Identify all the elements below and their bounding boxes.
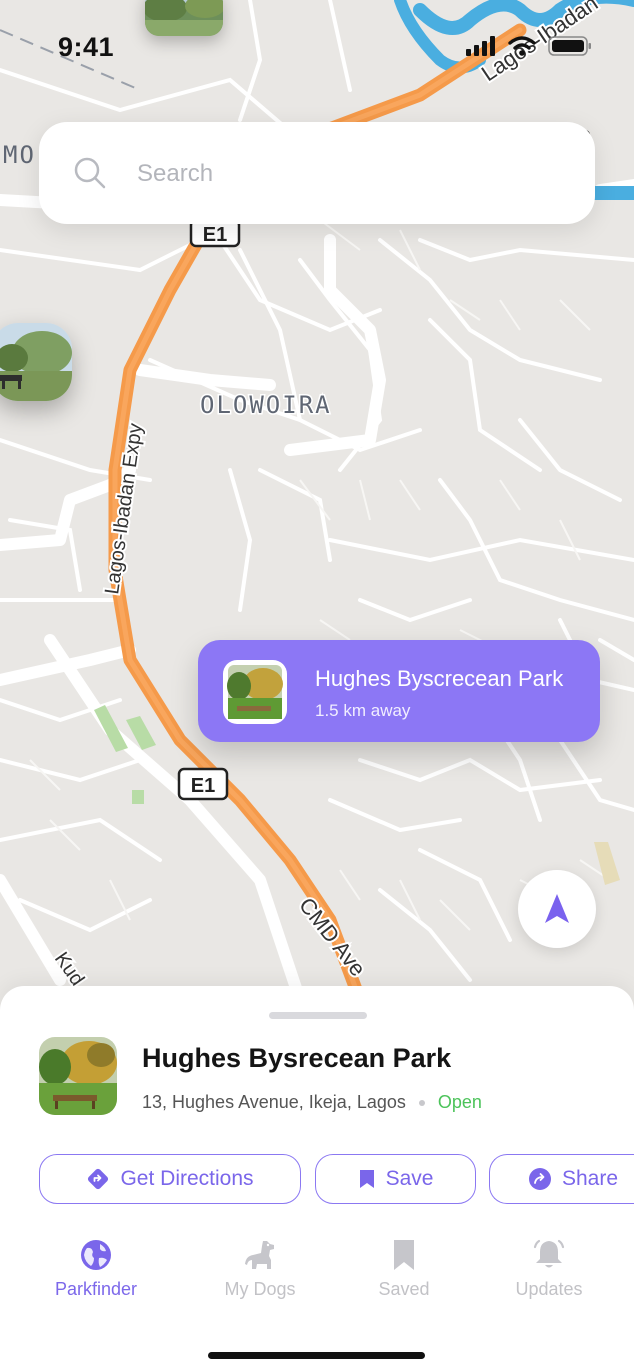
search-bar[interactable] — [39, 122, 595, 224]
separator-dot — [418, 1099, 425, 1106]
dog-icon — [245, 1241, 274, 1269]
nav-label-parkfinder: Parkfinder — [54, 1279, 138, 1299]
nav-label-my-dogs: My Dogs — [224, 1279, 296, 1299]
search-input[interactable] — [135, 152, 559, 196]
nav-item-parkfinder[interactable]: Parkfinder — [26, 1238, 166, 1300]
save-label: Save — [385, 1167, 434, 1190]
highway-badge-label: E1 — [203, 224, 227, 246]
globe-icon — [81, 1240, 111, 1270]
park-name: Hughes Bysrecean Park — [142, 1043, 452, 1073]
home-indicator — [208, 1352, 425, 1359]
get-directions-label: Get Directions — [120, 1167, 254, 1190]
sheet-drag-handle[interactable] — [269, 1012, 367, 1019]
locate-me-button[interactable] — [518, 870, 596, 948]
status-bar: 9:41 — [0, 0, 634, 96]
nav-item-updates[interactable]: Updates — [479, 1238, 619, 1300]
map-label-partial-left: MO — [3, 141, 36, 169]
share-label: Share — [562, 1167, 619, 1190]
nav-label-saved: Saved — [378, 1279, 430, 1299]
battery-icon — [548, 36, 591, 56]
bell-icon — [533, 1239, 565, 1268]
popup-park-thumbnail — [223, 660, 287, 724]
cellular-signal-icon — [466, 36, 495, 56]
save-button[interactable]: Save — [315, 1154, 476, 1204]
park-details-sheet: Hughes Bysrecean Park 13, Hughes Avenue,… — [0, 986, 634, 1372]
bottom-nav: Parkfinder My Dogs Saved Updates — [0, 1238, 634, 1318]
app-screen: Lagos-Ibadan Expy Lagos-Ibadan CMD Ave O… — [0, 0, 634, 1372]
get-directions-button[interactable]: Get Directions — [39, 1154, 301, 1204]
highway-badge-label: E1 — [191, 775, 215, 797]
bookmark-icon — [394, 1240, 414, 1270]
park-address: 13, Hughes Avenue, Ikeja, Lagos — [142, 1092, 406, 1112]
popup-park-name: Hughes Byscrecean Park — [315, 666, 564, 691]
highway-badge-e1-bottom: E1 — [177, 767, 229, 801]
navigation-arrow-icon — [545, 894, 569, 923]
search-icon — [74, 157, 106, 189]
popup-park-distance: 1.5 km away — [315, 701, 411, 720]
nav-item-my-dogs[interactable]: My Dogs — [190, 1238, 330, 1300]
park-meta: 13, Hughes Avenue, Ikeja, Lagos Open — [142, 1092, 482, 1113]
map-park-marker-left[interactable] — [0, 323, 72, 401]
park-thumbnail — [39, 1037, 117, 1115]
nav-label-updates: Updates — [515, 1279, 583, 1299]
status-time: 9:41 — [58, 32, 115, 62]
nav-item-saved[interactable]: Saved — [334, 1238, 474, 1300]
share-icon — [529, 1168, 551, 1190]
map-park-popup[interactable]: Hughes Byscrecean Park 1.5 km away — [198, 640, 600, 742]
wifi-icon — [508, 36, 536, 56]
map-label-area: OLOWOIRA — [200, 391, 332, 419]
status-badge: Open — [437, 1092, 482, 1112]
directions-icon — [88, 1168, 109, 1190]
bookmark-icon — [359, 1170, 374, 1188]
share-button[interactable]: Share — [489, 1154, 634, 1204]
